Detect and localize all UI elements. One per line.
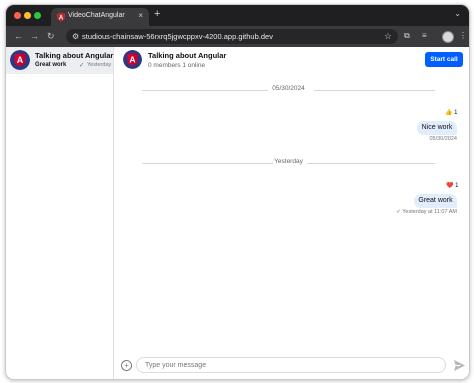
channel-view: A Talking about Angular 0 members 1 onli…	[114, 47, 469, 379]
message-meta: ✓ Yesterday at 11:07 AM	[387, 209, 457, 215]
tab-strip: A VideoChatAngular × + ⌄	[6, 5, 469, 26]
extensions-icon[interactable]: ⧉	[404, 31, 410, 41]
tab-title: VideoChatAngular	[68, 12, 125, 19]
channel-members-status: 0 members 1 online	[148, 62, 206, 69]
back-arrow-icon[interactable]: ←	[14, 31, 23, 41]
close-window-button[interactable]	[14, 12, 21, 19]
message-composer: +	[114, 353, 469, 379]
channel-list: A Talking about Angular Great work ✓ Yes…	[6, 47, 114, 379]
angular-favicon-icon: A	[56, 12, 66, 22]
tab-close-icon[interactable]: ×	[138, 11, 143, 20]
browser-tab[interactable]: A VideoChatAngular ×	[51, 8, 149, 26]
double-check-icon: ✓	[396, 209, 401, 215]
angular-avatar-icon: A	[10, 50, 30, 70]
double-check-icon: ✓	[79, 62, 85, 69]
date-separator: Yesterday	[142, 158, 435, 168]
date-separator: 05/30/2024	[142, 85, 435, 95]
chat-app: A Talking about Angular Great work ✓ Yes…	[6, 47, 469, 379]
separator-line	[307, 163, 435, 164]
maximize-window-button[interactable]	[34, 12, 41, 19]
svg-text:A: A	[59, 15, 64, 21]
message-timestamp: 05/30/2024	[429, 136, 457, 142]
new-tab-icon[interactable]: +	[154, 8, 160, 20]
browser-menu-icon[interactable]: ⋮	[459, 31, 467, 40]
url-text[interactable]: studious-chainsaw-56rxrq5jgwcppxv-4200.a…	[82, 32, 273, 41]
address-bar[interactable]: ⚙ studious-chainsaw-56rxrq5jgwcppxv-4200…	[66, 29, 398, 44]
message-timestamp: Yesterday at 11:07 AM	[402, 209, 457, 215]
thumbs-up-icon: 👍	[445, 110, 453, 116]
tab-search-chevron-icon[interactable]: ⌄	[454, 9, 461, 18]
message-bubble[interactable]: Great work	[414, 194, 457, 208]
channel-last-message: Great work	[35, 62, 67, 68]
heart-icon: ❤️	[446, 183, 454, 189]
message-input[interactable]	[136, 357, 446, 373]
start-call-button[interactable]: Start call	[425, 52, 463, 67]
message-bubble[interactable]: Nice work	[417, 121, 457, 135]
reaction-count: 1	[455, 183, 459, 189]
separator-line	[314, 90, 435, 91]
forward-arrow-icon[interactable]: →	[30, 31, 39, 41]
svg-text:A: A	[129, 55, 135, 65]
reaction-count: 1	[454, 110, 458, 116]
message-reaction[interactable]: 👍 1	[445, 109, 458, 116]
add-attachment-icon[interactable]: +	[121, 360, 132, 371]
minimize-window-button[interactable]	[24, 12, 31, 19]
message-reaction[interactable]: ❤️ 1	[446, 182, 459, 189]
channel-title: Talking about Angular	[148, 51, 227, 60]
browser-toolbar: ← → ↻ ⚙ studious-chainsaw-56rxrq5jgwcppx…	[6, 26, 469, 47]
channel-header: A Talking about Angular 0 members 1 onli…	[114, 47, 469, 74]
svg-text:A: A	[17, 55, 24, 65]
browser-window: A VideoChatAngular × + ⌄ ← → ↻ ⚙ studiou…	[5, 4, 470, 380]
profile-avatar-icon[interactable]	[442, 31, 454, 43]
channel-name: Talking about Angular	[35, 51, 114, 60]
bookmark-star-icon[interactable]: ☆	[384, 31, 392, 42]
media-controls-icon[interactable]: ≡	[422, 31, 427, 40]
send-icon[interactable]	[453, 359, 466, 372]
angular-avatar-icon: A	[123, 50, 142, 69]
channel-time: Yesterday	[87, 62, 112, 68]
reload-icon[interactable]: ↻	[47, 31, 55, 42]
channel-list-item[interactable]: A Talking about Angular Great work ✓ Yes…	[6, 47, 113, 74]
site-info-icon[interactable]: ⚙	[72, 32, 79, 41]
